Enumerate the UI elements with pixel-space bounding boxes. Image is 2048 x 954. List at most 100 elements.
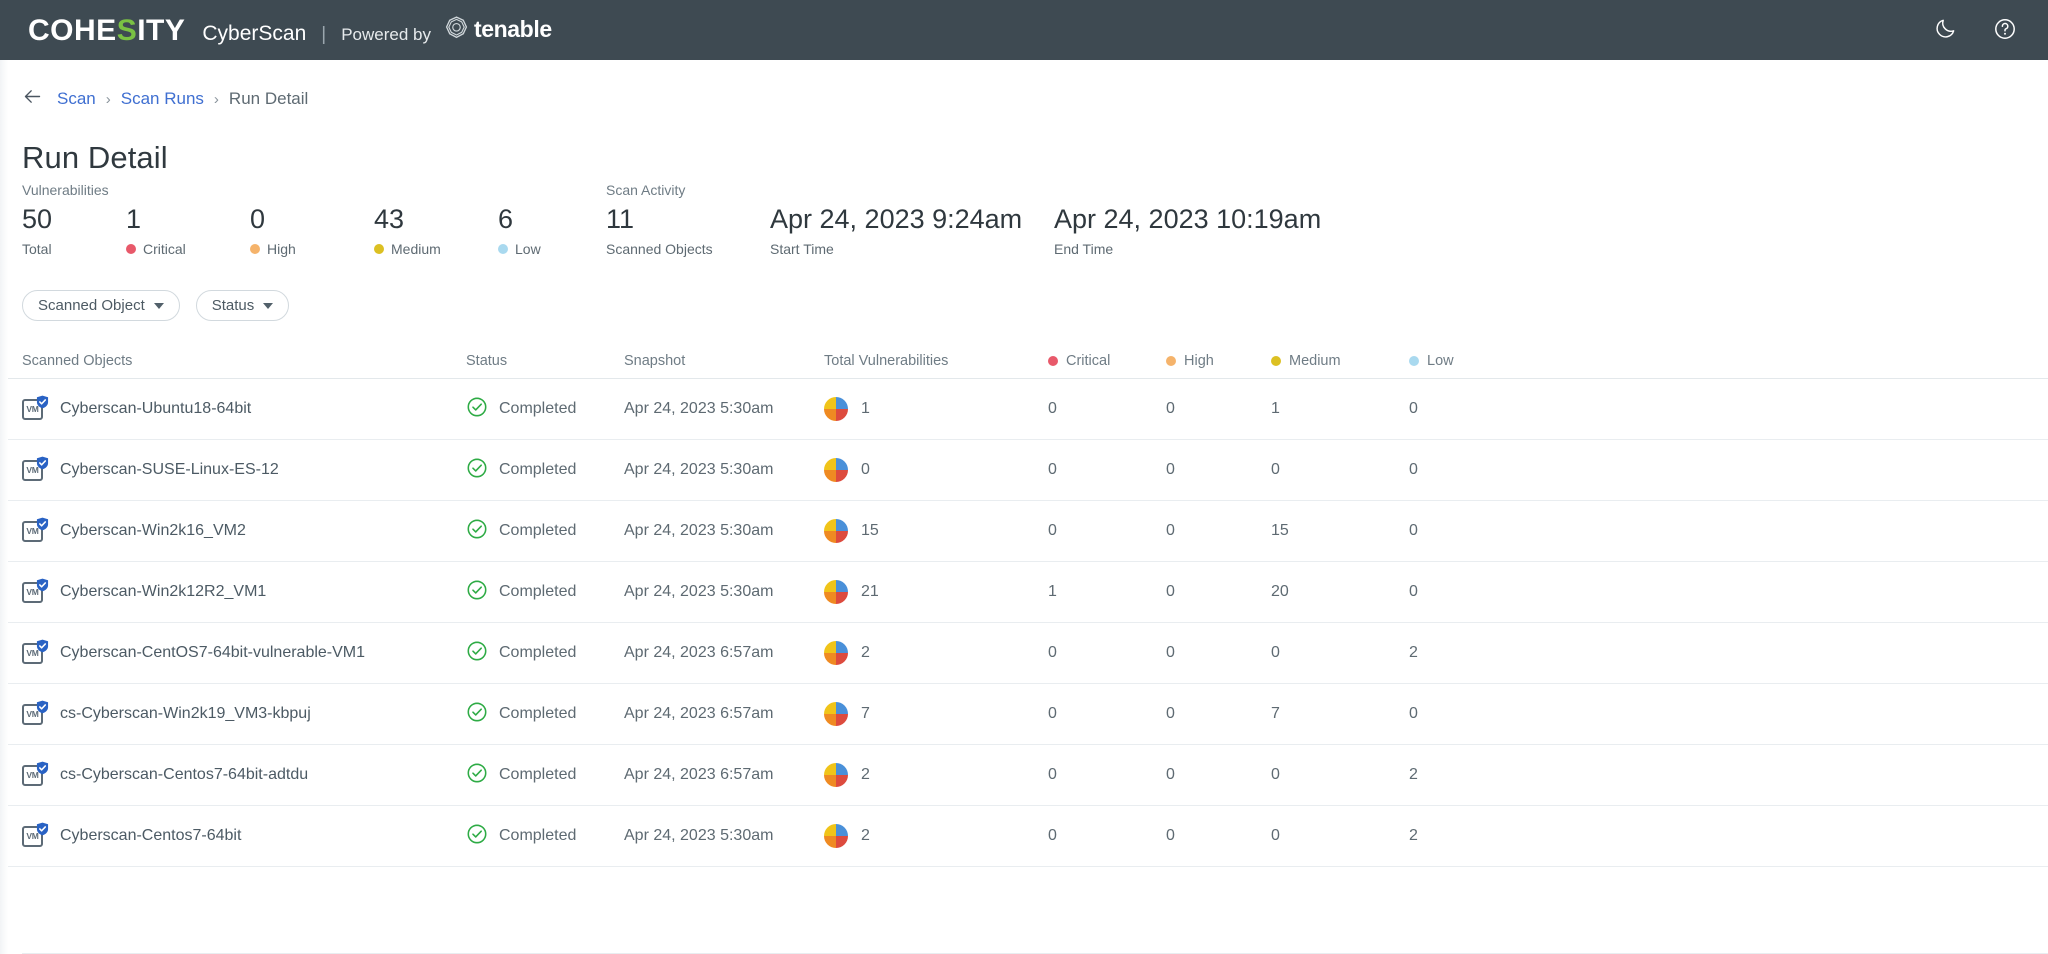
table-row[interactable]: VM cs-Cyberscan-Win2k19_VM3-kbpuj Comple… bbox=[0, 684, 2048, 746]
table-row[interactable]: VM Cyberscan-SUSE-Linux-ES-12 Completed … bbox=[0, 440, 2048, 502]
high-dot-icon bbox=[1166, 355, 1176, 366]
scanned-object-name-link[interactable]: Cyberscan-Win2k12R2_VM1 bbox=[60, 583, 266, 601]
cell-total-vulnerabilities: 15 bbox=[824, 519, 1048, 544]
stat-scanned-objects-label: Scanned Objects bbox=[606, 241, 770, 257]
cell-scanned-object: VM Cyberscan-SUSE-Linux-ES-12 bbox=[22, 456, 466, 483]
column-header-status-label: Status bbox=[466, 352, 508, 369]
stat-scanned-objects: 11 Scanned Objects bbox=[606, 204, 770, 257]
total-vulnerabilities-value: 2 bbox=[861, 644, 870, 662]
cell-total-vulnerabilities: 0 bbox=[824, 458, 1048, 483]
stat-total-label-text: Total bbox=[22, 241, 52, 258]
check-circle-icon bbox=[466, 823, 488, 850]
cell-total-vulnerabilities: 1 bbox=[824, 397, 1048, 422]
stat-start-time-label: Start Time bbox=[770, 241, 1054, 257]
column-header-critical[interactable]: Critical bbox=[1048, 353, 1166, 369]
low-count: 0 bbox=[1409, 522, 1418, 540]
high-dot-icon bbox=[250, 244, 260, 255]
cell-medium: 0 bbox=[1271, 461, 1409, 479]
scanned-object-name-link[interactable]: Cyberscan-CentOS7-64bit-vulnerable-VM1 bbox=[60, 644, 365, 662]
check-circle-icon bbox=[466, 457, 488, 484]
low-count: 2 bbox=[1409, 827, 1418, 845]
column-header-status[interactable]: Status bbox=[466, 353, 624, 369]
critical-count: 0 bbox=[1048, 766, 1057, 784]
vm-protected-icon: VM bbox=[22, 578, 49, 605]
filter-bar: Scanned Object Status bbox=[0, 257, 2048, 322]
brand-lockup: COHESITY CyberScan | Powered by tenable bbox=[28, 15, 552, 46]
scanned-object-name-link[interactable]: Cyberscan-Ubuntu18-64bit bbox=[60, 400, 251, 418]
critical-dot-icon bbox=[126, 244, 136, 255]
vm-protected-icon: VM bbox=[22, 456, 49, 483]
cell-status: Completed bbox=[466, 457, 624, 484]
stat-end-time-value: Apr 24, 2023 10:19am bbox=[1054, 204, 1322, 234]
cell-critical: 0 bbox=[1048, 400, 1166, 418]
scanned-object-name-link[interactable]: Cyberscan-SUSE-Linux-ES-12 bbox=[60, 461, 279, 479]
table-header-row: Scanned Objects Status Snapshot Total Vu… bbox=[0, 343, 2048, 380]
top-navigation-bar: COHESITY CyberScan | Powered by tenable bbox=[0, 0, 2048, 60]
snapshot-timestamp: Apr 24, 2023 6:57am bbox=[624, 766, 774, 784]
help-circle-icon bbox=[1993, 17, 2017, 44]
filter-scanned-object-dropdown[interactable]: Scanned Object bbox=[22, 290, 180, 322]
breadcrumb-caret-1: › bbox=[105, 90, 111, 108]
snapshot-timestamp: Apr 24, 2023 5:30am bbox=[624, 522, 774, 540]
cell-snapshot: Apr 24, 2023 5:30am bbox=[624, 522, 824, 540]
cell-low: 0 bbox=[1409, 400, 1529, 418]
dark-mode-toggle-button[interactable] bbox=[1930, 15, 1960, 45]
cell-high: 0 bbox=[1166, 827, 1271, 845]
cell-critical: 0 bbox=[1048, 766, 1166, 784]
scanned-object-name-link[interactable]: cs-Cyberscan-Centos7-64bit-adtdu bbox=[60, 766, 308, 784]
cell-critical: 0 bbox=[1048, 705, 1166, 723]
total-vulnerabilities-value: 0 bbox=[861, 461, 870, 479]
back-button[interactable] bbox=[22, 86, 43, 112]
cell-high: 0 bbox=[1166, 522, 1271, 540]
table-row[interactable]: VM Cyberscan-CentOS7-64bit-vulnerable-VM… bbox=[0, 623, 2048, 685]
scanned-object-name-link[interactable]: Cyberscan-Centos7-64bit bbox=[60, 827, 241, 845]
powered-by-label: Powered by bbox=[341, 24, 431, 44]
table-row[interactable]: VM Cyberscan-Win2k12R2_VM1 Completed Apr… bbox=[0, 562, 2048, 624]
column-header-medium[interactable]: Medium bbox=[1271, 353, 1409, 369]
table-row[interactable]: VM Cyberscan-Ubuntu18-64bit Completed Ap… bbox=[0, 379, 2048, 441]
cell-critical: 0 bbox=[1048, 827, 1166, 845]
column-header-scanned-objects-label: Scanned Objects bbox=[22, 352, 133, 369]
cell-status: Completed bbox=[466, 640, 624, 667]
severity-pie-chart-icon bbox=[824, 519, 848, 544]
filter-status-dropdown[interactable]: Status bbox=[195, 290, 290, 322]
low-dot-icon bbox=[498, 244, 508, 255]
breadcrumb-item-scan-runs[interactable]: Scan Runs bbox=[121, 89, 204, 109]
column-header-low[interactable]: Low bbox=[1409, 353, 1529, 369]
summary-stats: Vulnerabilities 50 Total 1 Critical 0 Hi… bbox=[0, 176, 2048, 257]
column-header-total-vulnerabilities-label: Total Vulnerabilities bbox=[824, 352, 949, 369]
cell-high: 0 bbox=[1166, 705, 1271, 723]
table-row[interactable]: VM cs-Cyberscan-Centos7-64bit-adtdu Comp… bbox=[0, 745, 2048, 807]
total-vulnerabilities-value: 2 bbox=[861, 766, 870, 784]
cell-snapshot: Apr 24, 2023 6:57am bbox=[624, 766, 824, 784]
medium-dot-icon bbox=[1271, 355, 1281, 366]
column-header-high[interactable]: High bbox=[1166, 353, 1271, 369]
column-header-total-vulnerabilities[interactable]: Total Vulnerabilities bbox=[824, 353, 1048, 369]
cell-medium: 0 bbox=[1271, 766, 1409, 784]
stat-scanned-objects-value: 11 bbox=[606, 204, 635, 234]
breadcrumb-item-scan[interactable]: Scan bbox=[57, 89, 96, 109]
scanned-object-name-link[interactable]: Cyberscan-Win2k16_VM2 bbox=[60, 522, 246, 540]
cell-medium: 15 bbox=[1271, 522, 1409, 540]
column-header-snapshot[interactable]: Snapshot bbox=[624, 353, 824, 369]
cell-snapshot: Apr 24, 2023 6:57am bbox=[624, 644, 824, 662]
shield-check-badge-icon bbox=[36, 456, 49, 475]
cohesity-logo[interactable]: COHESITY bbox=[28, 15, 185, 46]
stat-total: 50 Total bbox=[22, 204, 126, 257]
cell-medium: 7 bbox=[1271, 705, 1409, 723]
table-row[interactable]: VM Cyberscan-Centos7-64bit Completed Apr… bbox=[0, 806, 2048, 868]
cell-scanned-object: VM Cyberscan-Win2k12R2_VM1 bbox=[22, 578, 466, 605]
table-row[interactable]: VM Cyberscan-Win2k16_VM2 Completed Apr 2… bbox=[0, 501, 2048, 563]
total-vulnerabilities-value: 2 bbox=[861, 827, 870, 845]
column-header-scanned-objects[interactable]: Scanned Objects bbox=[22, 353, 466, 369]
cell-medium: 20 bbox=[1271, 583, 1409, 601]
stat-high-value: 0 bbox=[250, 204, 266, 234]
shield-check-badge-icon bbox=[36, 517, 49, 536]
scanned-object-name-link[interactable]: cs-Cyberscan-Win2k19_VM3-kbpuj bbox=[60, 705, 311, 723]
shield-check-badge-icon bbox=[36, 395, 49, 414]
help-button[interactable] bbox=[1990, 15, 2020, 45]
snapshot-timestamp: Apr 24, 2023 6:57am bbox=[624, 644, 774, 662]
severity-pie-chart-icon bbox=[824, 641, 848, 666]
cell-low: 0 bbox=[1409, 461, 1529, 479]
vm-protected-icon: VM bbox=[22, 639, 49, 666]
